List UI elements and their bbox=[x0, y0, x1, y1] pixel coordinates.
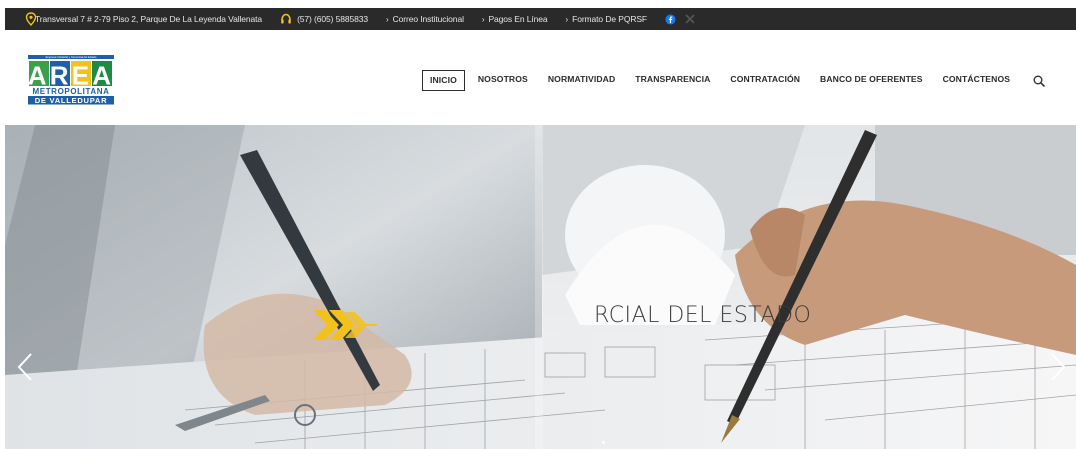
hero-background-image bbox=[5, 125, 1076, 449]
search-icon[interactable] bbox=[1033, 75, 1045, 87]
nav-item-transparencia[interactable]: TRANSPARENCIA bbox=[628, 70, 717, 91]
nav-item-contactenos[interactable]: CONTÁCTENOS bbox=[936, 70, 1017, 91]
logo-word: AREA bbox=[28, 61, 114, 91]
logo-line1: METROPOLITANA bbox=[33, 87, 110, 96]
address-label: Transversal 7 # 2-79 Piso 2, Parque De L… bbox=[35, 14, 263, 24]
logo-tagline: Empresa Industrial y Comercial del Estad… bbox=[46, 55, 97, 59]
phone-icon bbox=[281, 13, 291, 24]
chevron-right-small-icon: › bbox=[481, 14, 485, 24]
nav-item-nosotros[interactable]: NOSOTROS bbox=[471, 70, 535, 91]
facebook-icon[interactable] bbox=[665, 13, 676, 25]
yellow-chevrons-icon bbox=[313, 310, 377, 340]
link-pagos-en-linea[interactable]: › Pagos En Línea bbox=[482, 14, 548, 24]
nav-item-normatividad[interactable]: NORMATIVIDAD bbox=[541, 70, 622, 91]
slide-caption: RCIAL DEL ESTADO bbox=[594, 303, 812, 328]
nav-item-banco-de-oferentes[interactable]: BANCO DE OFERENTES bbox=[813, 70, 930, 91]
chevron-right-small-icon: › bbox=[386, 14, 389, 24]
link-correo-institucional[interactable]: › Correo Institucional bbox=[386, 14, 464, 24]
link-label: Formato De PQRSF bbox=[572, 14, 648, 24]
x-icon[interactable] bbox=[685, 14, 695, 24]
nav-item-contratacion[interactable]: CONTRATACIÓN bbox=[723, 70, 807, 91]
phone-link[interactable]: (57) (605) 5885833 bbox=[280, 13, 368, 25]
phone-label: (57) (605) 5885833 bbox=[297, 14, 369, 24]
nav-item-inicio[interactable]: INICIO bbox=[422, 70, 465, 91]
link-formato-pqrsf[interactable]: › Formato De PQRSF bbox=[566, 14, 648, 24]
link-label: Pagos En Línea bbox=[488, 14, 548, 24]
top-info-bar: Transversal 7 # 2-79 Piso 2, Parque De L… bbox=[5, 8, 1076, 30]
area-metropolitana-logo[interactable]: Empresa Industrial y Comercial del Estad… bbox=[28, 55, 114, 105]
hero-slider[interactable] bbox=[5, 125, 1076, 449]
main-navigation: INICIO NOSOTROS NORMATIVIDAD TRANSPARENC… bbox=[422, 70, 1045, 91]
link-label: Correo Institucional bbox=[392, 14, 464, 24]
chevron-left-icon[interactable] bbox=[16, 352, 34, 382]
address-text: Transversal 7 # 2-79 Piso 2, Parque De L… bbox=[35, 14, 262, 24]
chevron-right-small-icon: › bbox=[565, 14, 569, 24]
caption-decoration bbox=[602, 441, 605, 444]
chevron-right-icon[interactable] bbox=[1049, 352, 1067, 382]
location-pin-icon bbox=[25, 12, 37, 26]
logo-line2: DE VALLEDUPAR bbox=[35, 96, 108, 105]
